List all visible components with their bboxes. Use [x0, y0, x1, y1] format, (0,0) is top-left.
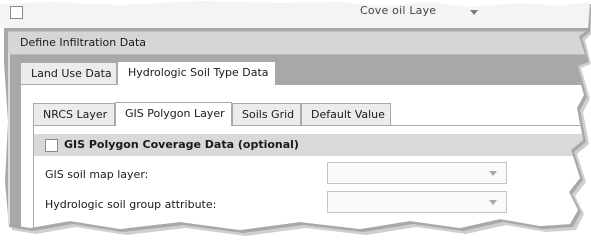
- tab-label: Soils Grid: [242, 108, 295, 121]
- tab-hydrologic-soil-type-data[interactable]: Hydrologic Soil Type Data: [117, 61, 276, 85]
- tab-nrcs-layer[interactable]: NRCS Layer: [33, 103, 115, 125]
- tab-label: Default Value: [311, 108, 385, 121]
- tab-label: GIS Polygon Layer: [125, 107, 225, 120]
- tab-land-use-data[interactable]: Land Use Data: [20, 62, 117, 84]
- tab-label: Land Use Data: [31, 67, 112, 80]
- soil-group-attribute-dropdown[interactable]: [327, 191, 507, 213]
- left-divider: [8, 53, 10, 230]
- tab-default-value[interactable]: Default Value: [301, 103, 391, 125]
- soil-map-layer-dropdown[interactable]: [327, 162, 507, 184]
- tab-label: NRCS Layer: [43, 108, 108, 121]
- tab-soils-grid[interactable]: Soils Grid: [232, 103, 301, 125]
- section-header: Define Infiltration Data: [8, 31, 590, 55]
- group-label: GIS Polygon Coverage Data (optional): [64, 138, 299, 151]
- chevron-down-icon: [489, 200, 497, 205]
- chevron-down-icon: [489, 171, 497, 176]
- gis-polygon-coverage-group: GIS Polygon Coverage Data (optional): [34, 134, 590, 156]
- tab-gis-polygon-layer[interactable]: GIS Polygon Layer: [115, 102, 232, 126]
- gis-polygon-coverage-checkbox[interactable]: [45, 139, 58, 152]
- section-header-title: Define Infiltration Data: [20, 36, 147, 49]
- soil-map-layer-label: GIS soil map layer:: [45, 168, 149, 181]
- chevron-down-icon[interactable]: [470, 10, 478, 15]
- checkbox-icon[interactable]: [10, 6, 23, 19]
- soil-group-attribute-label: Hydrologic soil group attribute:: [45, 198, 217, 211]
- fragment-title: Cove oil Laye: [360, 4, 437, 17]
- screenshot-fragment: Cove oil Laye Define Infiltration Data L…: [0, 1, 590, 230]
- tab-label: Hydrologic Soil Type Data: [128, 66, 269, 79]
